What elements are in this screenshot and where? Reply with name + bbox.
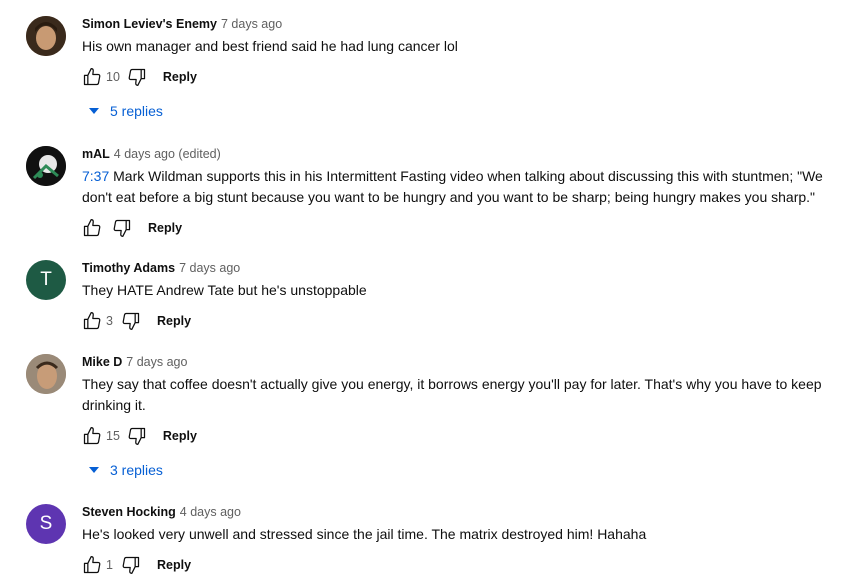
comment-header: Timothy Adams 7 days ago — [82, 260, 835, 276]
replies-label: 5 replies — [110, 103, 163, 119]
comment-toolbar: 3 Reply — [82, 309, 835, 333]
comment-time[interactable]: 7 days ago — [179, 261, 240, 275]
comment-toolbar: 10 Reply — [82, 65, 835, 89]
avatar-photo-icon — [26, 16, 66, 56]
comment-toolbar: Reply — [82, 216, 835, 240]
thumbs-up-icon[interactable] — [82, 67, 102, 87]
avatar-photo-icon — [26, 146, 66, 186]
author-name[interactable]: mAL — [82, 147, 110, 161]
comment-body: Mark Wildman supports this in his Interm… — [82, 168, 823, 205]
avatar[interactable] — [26, 16, 66, 56]
comment-toolbar: 1 Reply — [82, 553, 835, 577]
avatar[interactable] — [26, 146, 66, 186]
comment-time[interactable]: 7 days ago — [126, 355, 187, 369]
avatar[interactable]: S — [26, 504, 66, 544]
like-count: 15 — [106, 429, 120, 443]
thumbs-up-icon[interactable] — [82, 311, 102, 331]
avatar[interactable]: T — [26, 260, 66, 300]
triangle-down-icon — [89, 467, 99, 473]
avatar-photo-icon — [26, 354, 66, 394]
comment-time[interactable]: 4 days ago — [180, 505, 241, 519]
author-name[interactable]: Timothy Adams — [82, 261, 175, 275]
author-name[interactable]: Steven Hocking — [82, 505, 176, 519]
avatar-letter: S — [39, 513, 53, 534]
view-replies-button[interactable]: 5 replies — [88, 101, 835, 121]
thumbs-up-icon[interactable] — [82, 426, 102, 446]
replies-label: 3 replies — [110, 462, 163, 478]
view-replies-button[interactable]: 3 replies — [88, 460, 835, 480]
thumbs-up-icon[interactable] — [82, 218, 102, 238]
author-name[interactable]: Simon Leviev's Enemy — [82, 17, 217, 31]
comment-header: Steven Hocking 4 days ago — [82, 504, 835, 520]
video-timestamp-link[interactable]: 7:37 — [82, 168, 109, 184]
thumbs-down-icon[interactable] — [127, 426, 147, 446]
comment-header: Simon Leviev's Enemy 7 days ago — [82, 16, 835, 32]
comment-time[interactable]: 4 days ago (edited) — [114, 147, 221, 161]
comment-toolbar: 15 Reply — [82, 424, 835, 448]
comment-text: They HATE Andrew Tate but he's unstoppab… — [82, 282, 367, 298]
reply-button[interactable]: Reply — [163, 70, 197, 84]
reply-button[interactable]: Reply — [157, 314, 191, 328]
comment-text: He's looked very unwell and stressed sin… — [82, 526, 647, 542]
comment-text: 7:37 Mark Wildman supports this in his I… — [82, 166, 835, 208]
comment-text: His own manager and best friend said he … — [82, 38, 458, 54]
comment-text: They say that coffee doesn't actually gi… — [82, 376, 822, 413]
triangle-down-icon — [89, 108, 99, 114]
avatar[interactable] — [26, 354, 66, 394]
thumbs-down-icon[interactable] — [121, 311, 141, 331]
reply-button[interactable]: Reply — [163, 429, 197, 443]
comment-header: Mike D 7 days ago — [82, 354, 835, 370]
thumbs-down-icon[interactable] — [121, 555, 141, 575]
thumbs-down-icon[interactable] — [127, 67, 147, 87]
like-count: 1 — [106, 558, 113, 572]
like-count: 10 — [106, 70, 120, 84]
like-count: 3 — [106, 314, 113, 328]
reply-button[interactable]: Reply — [157, 558, 191, 572]
reply-button[interactable]: Reply — [148, 221, 182, 235]
comment-header: mAL 4 days ago (edited) — [82, 146, 835, 162]
thumbs-up-icon[interactable] — [82, 555, 102, 575]
author-name[interactable]: Mike D — [82, 355, 122, 369]
avatar-letter: T — [40, 269, 52, 290]
thumbs-down-icon[interactable] — [112, 218, 132, 238]
comment-time[interactable]: 7 days ago — [221, 17, 282, 31]
